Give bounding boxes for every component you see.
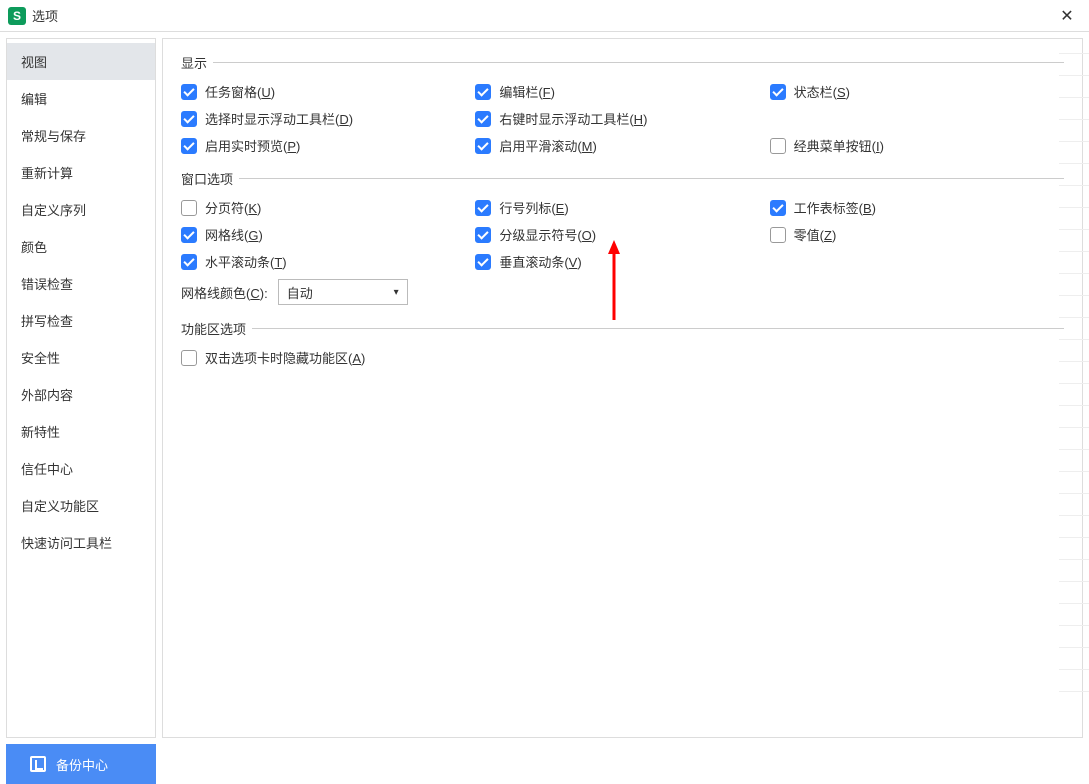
checkbox-U[interactable]: 任务窗格(U) (181, 82, 475, 101)
backup-label: 备份中心 (56, 755, 108, 774)
sidebar-item-8[interactable]: 安全性 (7, 339, 155, 376)
checkbox-box[interactable] (181, 111, 197, 127)
checkbox-box[interactable] (475, 227, 491, 243)
content-panel: 显示任务窗格(U) 编辑栏(F) 状态栏(S) 选择时显示浮动工具栏(D) 右键时显示浮… (162, 38, 1083, 738)
section: 显示任务窗格(U) 编辑栏(F) 状态栏(S) 选择时显示浮动工具栏(D) 右键时显示浮… (181, 53, 1064, 155)
checkbox-label[interactable]: 网格线(G) (205, 225, 263, 244)
gridcolor-row: 网格线颜色(C): 自动 ▾ (181, 279, 1064, 305)
section-title: 窗口选项 (181, 169, 233, 188)
checkbox-box[interactable] (181, 84, 197, 100)
checkbox-S[interactable]: 状态栏(S) (770, 82, 1064, 101)
checkbox-box[interactable] (770, 138, 786, 154)
checkbox-label[interactable]: 右键时显示浮动工具栏(H) (499, 109, 647, 128)
sidebar-item-7[interactable]: 拼写检查 (7, 302, 155, 339)
checkbox-box[interactable] (475, 84, 491, 100)
checkbox-label[interactable]: 选择时显示浮动工具栏(D) (205, 109, 353, 128)
sidebar-item-0[interactable]: 视图 (7, 43, 155, 80)
checkbox-D[interactable]: 选择时显示浮动工具栏(D) (181, 109, 475, 128)
checkbox-box[interactable] (770, 227, 786, 243)
gridcolor-label: 网格线颜色(C): (181, 283, 268, 302)
checkbox-label[interactable]: 状态栏(S) (794, 82, 850, 101)
checkbox-label[interactable]: 分级显示符号(O) (499, 225, 596, 244)
section: 窗口选项分页符(K) 行号列标(E) 工作表标签(B) 网格线(G) 分级显示符号(O)… (181, 169, 1064, 305)
checkbox-A[interactable]: 双击选项卡时隐藏功能区(A) (181, 348, 475, 367)
backup-center-button[interactable]: 备份中心 (6, 744, 156, 784)
sidebar-item-11[interactable]: 信任中心 (7, 450, 155, 487)
chevron-down-icon: ▾ (394, 287, 399, 298)
checkbox-box[interactable] (475, 138, 491, 154)
checkbox-label[interactable]: 编辑栏(F) (499, 82, 555, 101)
main-area: 视图编辑常规与保存重新计算自定义序列颜色错误检查拼写检查安全性外部内容新特性信任… (0, 32, 1089, 744)
backup-icon (30, 756, 46, 772)
checkbox-label[interactable]: 行号列标(E) (499, 198, 568, 217)
section: 功能区选项双击选项卡时隐藏功能区(A) (181, 319, 1064, 367)
titlebar: S 选项 ✕ (0, 0, 1089, 32)
sidebar-item-9[interactable]: 外部内容 (7, 376, 155, 413)
checkbox-label[interactable]: 水平滚动条(T) (205, 252, 287, 271)
checkbox-box[interactable] (181, 227, 197, 243)
checkbox-box[interactable] (181, 254, 197, 270)
checkbox-label[interactable]: 任务窗格(U) (205, 82, 275, 101)
close-button[interactable]: ✕ (1053, 2, 1081, 30)
section-title: 显示 (181, 53, 207, 72)
checkbox-label[interactable]: 启用实时预览(P) (205, 136, 300, 155)
checkbox-V[interactable]: 垂直滚动条(V) (475, 252, 769, 271)
sidebar-item-1[interactable]: 编辑 (7, 80, 155, 117)
sidebar: 视图编辑常规与保存重新计算自定义序列颜色错误检查拼写检查安全性外部内容新特性信任… (6, 38, 156, 738)
checkbox-box[interactable] (475, 254, 491, 270)
sidebar-item-10[interactable]: 新特性 (7, 413, 155, 450)
checkbox-label[interactable]: 启用平滑滚动(M) (499, 136, 597, 155)
checkbox-label[interactable]: 经典菜单按钮(I) (794, 136, 884, 155)
sidebar-item-4[interactable]: 自定义序列 (7, 191, 155, 228)
checkbox-box[interactable] (181, 350, 197, 366)
sidebar-item-6[interactable]: 错误检查 (7, 265, 155, 302)
checkbox-M[interactable]: 启用平滑滚动(M) (475, 136, 769, 155)
checkbox-label[interactable]: 垂直滚动条(V) (499, 252, 581, 271)
checkbox-box[interactable] (475, 111, 491, 127)
checkbox-E[interactable]: 行号列标(E) (475, 198, 769, 217)
checkbox-P[interactable]: 启用实时预览(P) (181, 136, 475, 155)
gridcolor-value: 自动 (287, 283, 313, 302)
checkbox-label[interactable]: 双击选项卡时隐藏功能区(A) (205, 348, 365, 367)
checkbox-box[interactable] (181, 138, 197, 154)
checkbox-I[interactable]: 经典菜单按钮(I) (770, 136, 1064, 155)
spreadsheet-background (1059, 32, 1089, 744)
checkbox-B[interactable]: 工作表标签(B) (770, 198, 1064, 217)
sidebar-item-2[interactable]: 常规与保存 (7, 117, 155, 154)
gridcolor-select[interactable]: 自动 ▾ (278, 279, 408, 305)
checkbox-O[interactable]: 分级显示符号(O) (475, 225, 769, 244)
checkbox-box[interactable] (181, 200, 197, 216)
section-title: 功能区选项 (181, 319, 246, 338)
sidebar-item-3[interactable]: 重新计算 (7, 154, 155, 191)
app-icon: S (8, 7, 26, 25)
checkbox-label[interactable]: 零值(Z) (794, 225, 837, 244)
sidebar-item-13[interactable]: 快速访问工具栏 (7, 524, 155, 561)
checkbox-box[interactable] (475, 200, 491, 216)
checkbox-H[interactable]: 右键时显示浮动工具栏(H) (475, 109, 769, 128)
checkbox-T[interactable]: 水平滚动条(T) (181, 252, 475, 271)
checkbox-G[interactable]: 网格线(G) (181, 225, 475, 244)
checkbox-K[interactable]: 分页符(K) (181, 198, 475, 217)
checkbox-label[interactable]: 分页符(K) (205, 198, 261, 217)
checkbox-Z[interactable]: 零值(Z) (770, 225, 1064, 244)
checkbox-box[interactable] (770, 200, 786, 216)
checkbox-label[interactable]: 工作表标签(B) (794, 198, 876, 217)
sidebar-item-12[interactable]: 自定义功能区 (7, 487, 155, 524)
sidebar-item-5[interactable]: 颜色 (7, 228, 155, 265)
checkbox-box[interactable] (770, 84, 786, 100)
window-title: 选项 (32, 6, 1053, 25)
checkbox-F[interactable]: 编辑栏(F) (475, 82, 769, 101)
